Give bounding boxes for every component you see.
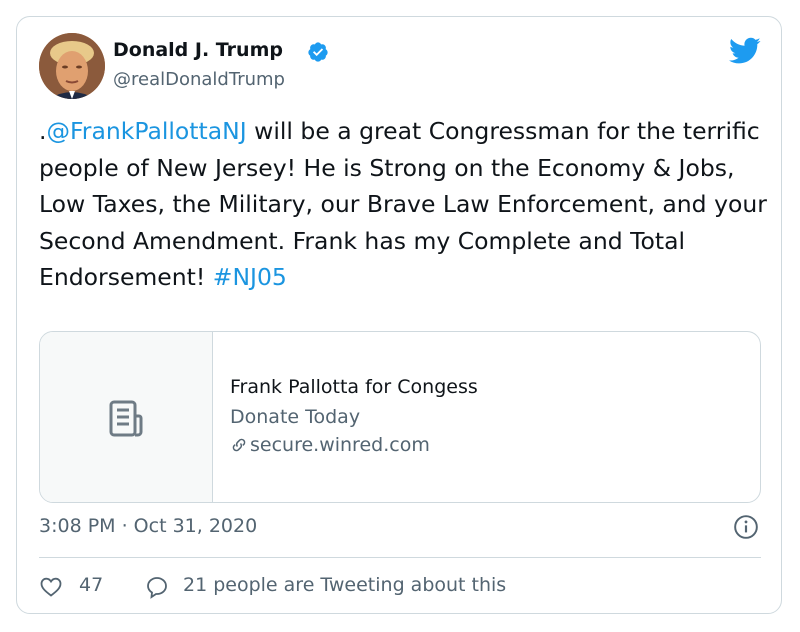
author-handle[interactable]: @realDonaldTrump (113, 69, 285, 90)
like-button[interactable]: 47 (39, 573, 113, 601)
tweeting-about-link[interactable]: 21 people are Tweeting about this (145, 573, 565, 601)
link-url: secure.winred.com (230, 434, 430, 456)
link-url-text: secure.winred.com (250, 434, 430, 456)
mention-link[interactable]: @FrankPallottaNJ (46, 117, 246, 145)
divider (39, 557, 761, 558)
tweet-timestamp[interactable]: 3:08 PM · Oct 31, 2020 (39, 515, 257, 537)
link-preview-card[interactable]: Frank Pallotta for Congess Donate Today … (39, 331, 761, 503)
hashtag-link[interactable]: #NJ05 (213, 263, 287, 291)
link-thumbnail (40, 332, 213, 502)
avatar-image (39, 33, 105, 99)
heart-icon (40, 577, 62, 597)
verified-badge-icon (308, 42, 328, 62)
document-icon (109, 400, 143, 437)
link-description: Donate Today (230, 406, 361, 428)
tweeting-about-text: 21 people are Tweeting about this (183, 574, 507, 596)
author-name[interactable]: Donald J. Trump (113, 39, 283, 61)
link-icon (232, 438, 246, 452)
avatar[interactable] (39, 33, 105, 99)
link-title: Frank Pallotta for Congess (230, 376, 478, 398)
like-count: 47 (79, 574, 104, 596)
speech-bubble-icon (147, 577, 167, 599)
twitter-bird-icon[interactable] (729, 37, 761, 65)
info-icon[interactable] (733, 514, 759, 540)
tweet-text: .@FrankPallottaNJ will be a great Congre… (39, 113, 769, 296)
tweet-card: Donald J. Trump @realDonaldTrump .@Frank… (16, 16, 782, 614)
